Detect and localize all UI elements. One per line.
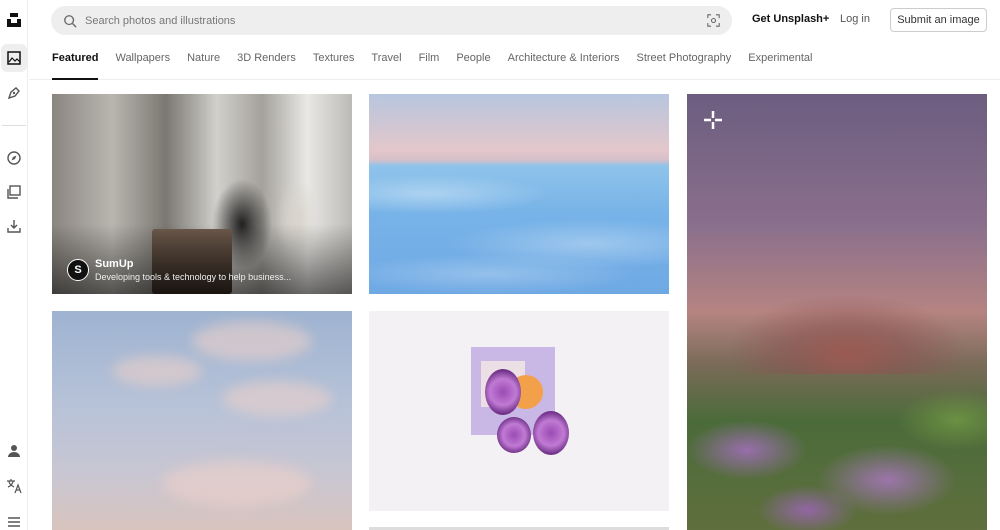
sponsor-description: Developing tools & technology to help bu… <box>95 272 292 282</box>
tab-featured[interactable]: Featured <box>52 46 99 80</box>
tab-nature[interactable]: Nature <box>187 46 220 80</box>
visual-search-icon[interactable] <box>706 14 720 28</box>
photo-card-mountain-flowers[interactable] <box>687 94 987 530</box>
submit-image-button[interactable]: Submit an image <box>890 8 987 32</box>
tab-architecture-interiors[interactable]: Architecture & Interiors <box>508 46 620 80</box>
tab-textures[interactable]: Textures <box>313 46 355 80</box>
unsplash-logo-icon[interactable] <box>0 6 28 34</box>
search-icon[interactable] <box>63 14 77 28</box>
photo-card-sea-of-clouds[interactable] <box>369 94 669 294</box>
search-bar[interactable] <box>51 6 732 35</box>
search-input[interactable] <box>85 14 706 27</box>
pen-icon[interactable] <box>0 79 28 107</box>
user-icon[interactable] <box>0 437 28 465</box>
photo-card-flower-collage[interactable] <box>369 311 669 511</box>
sponsor-name[interactable]: SumUp <box>95 258 134 270</box>
login-link[interactable]: Log in <box>840 13 870 25</box>
unsplash-plus-icon <box>704 111 722 129</box>
compass-icon[interactable] <box>0 144 28 172</box>
tab-people[interactable]: People <box>456 46 490 80</box>
tab-street-photography[interactable]: Street Photography <box>636 46 731 80</box>
tab-travel[interactable]: Travel <box>371 46 401 80</box>
get-unsplash-plus-link[interactable]: Get Unsplash+ <box>752 13 829 25</box>
download-icon[interactable] <box>0 212 28 240</box>
tab-wallpapers[interactable]: Wallpapers <box>115 46 170 80</box>
tab-3d-renders[interactable]: 3D Renders <box>237 46 296 80</box>
photo-card-pastel-sky[interactable] <box>52 311 352 530</box>
left-rail <box>0 0 28 530</box>
sponsor-avatar[interactable]: S <box>67 259 89 281</box>
photo-card-sumup-office[interactable]: S SumUp Developing tools & technology to… <box>52 94 352 294</box>
translate-icon[interactable] <box>0 472 28 500</box>
collections-icon[interactable] <box>0 178 28 206</box>
tab-experimental[interactable]: Experimental <box>748 46 812 80</box>
menu-icon[interactable] <box>0 508 28 530</box>
topic-tabs: Featured Wallpapers Nature 3D Renders Te… <box>52 46 829 80</box>
image-icon[interactable] <box>1 44 27 72</box>
top-header: Get Unsplash+ Log in Submit an image Fea… <box>29 0 1000 80</box>
tab-film[interactable]: Film <box>419 46 440 80</box>
